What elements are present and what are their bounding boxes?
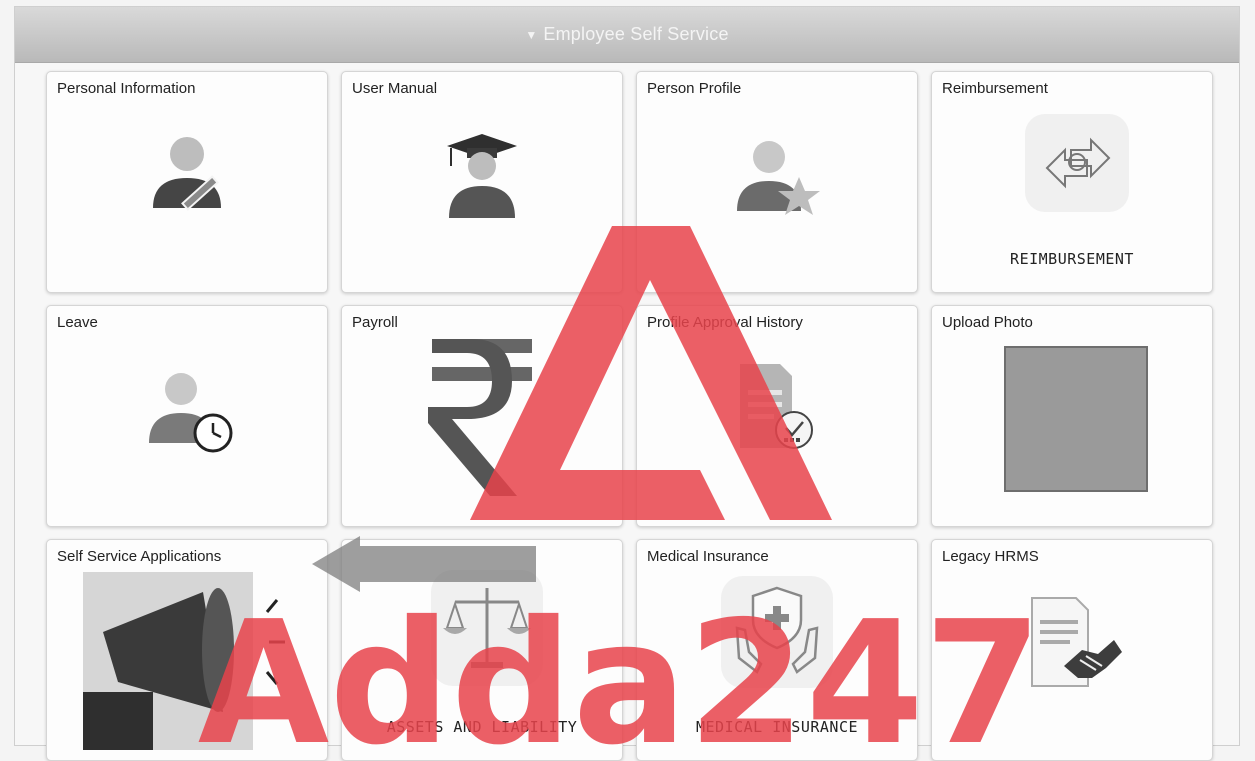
triangle-down-icon[interactable]: ▼ — [525, 28, 537, 42]
tile-title: User Manual — [352, 80, 438, 97]
tile-medical-insurance[interactable]: Medical Insurance MEDICAL INSURANCE — [636, 539, 918, 761]
shield-hands-icon — [721, 576, 833, 688]
tile-title: Self Service Applications — [57, 548, 222, 565]
tile-title: Profile Approval History — [647, 314, 803, 331]
document-handshake-icon — [1031, 597, 1122, 687]
medical-caption: MEDICAL INSURANCE — [695, 718, 859, 736]
graduate-icon — [447, 134, 517, 218]
tile-upload-photo[interactable]: Upload Photo — [931, 305, 1213, 527]
person-star-icon — [737, 141, 820, 215]
reimbursement-caption: REIMBURSEMENT — [1010, 250, 1134, 268]
megaphone-icon — [83, 572, 285, 750]
panel-header[interactable]: ▼ Employee Self Service — [15, 7, 1239, 63]
panel-title: Employee Self Service — [543, 24, 729, 44]
rupee-icon — [428, 339, 532, 496]
tile-user-manual[interactable]: User Manual — [341, 71, 623, 293]
person-edit-icon — [153, 137, 221, 211]
tile-leave[interactable]: Leave — [46, 305, 328, 527]
document-check-icon — [740, 364, 813, 449]
tile-legacy-hrms[interactable]: Legacy HRMS — [931, 539, 1213, 761]
assets-caption: ASSETS AND LIABILITY — [386, 718, 578, 736]
tile-self-service-applications[interactable]: Self Service Applications — [46, 539, 328, 761]
tile-title: Person Profile — [647, 80, 742, 97]
tile-title: Payroll — [352, 314, 398, 331]
photo-placeholder-icon — [1004, 346, 1148, 492]
reimbursement-exchange-icon — [1025, 114, 1129, 212]
tile-title: Upload Photo — [942, 314, 1033, 331]
tile-title: Personal Information — [57, 80, 196, 97]
tile-assets-and-liability[interactable]: ASSETS AND LIABILITY — [341, 539, 623, 761]
tile-profile-approval-history[interactable]: Profile Approval History — [636, 305, 918, 527]
scales-icon — [431, 570, 543, 686]
employee-self-service-panel: ▼ Employee Self Service Personal Informa… — [14, 6, 1240, 761]
tile-title: Medical Insurance — [647, 548, 769, 565]
tile-title: Reimbursement — [942, 80, 1048, 97]
tile-title: Legacy HRMS — [942, 548, 1039, 565]
tile-person-profile[interactable]: Person Profile — [636, 71, 918, 293]
tile-reimbursement[interactable]: Reimbursement REIMBURSEMENT — [931, 71, 1213, 293]
tile-title: Leave — [57, 314, 98, 331]
tile-personal-information[interactable]: Personal Information — [46, 71, 328, 293]
tile-payroll[interactable]: Payroll — [341, 305, 623, 527]
person-clock-icon — [149, 373, 233, 453]
